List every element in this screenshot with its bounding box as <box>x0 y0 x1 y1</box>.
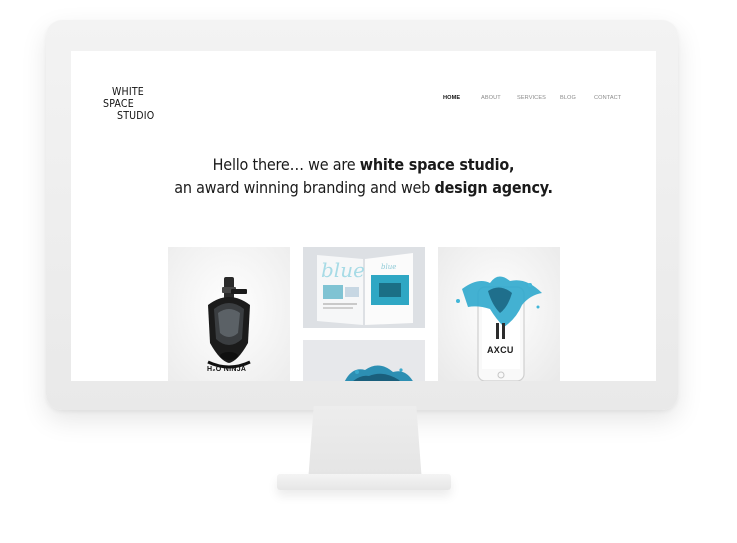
nav-blog[interactable]: BLOG <box>560 95 576 101</box>
hero-line-2: an award winning branding and web design… <box>174 178 553 197</box>
portfolio-item-splash[interactable] <box>303 340 425 381</box>
logo-line-3: STUDIO <box>117 110 155 122</box>
nav-about[interactable]: ABOUT <box>481 95 501 101</box>
phone-app-image <box>456 276 542 381</box>
magazine-spread-image: blue blue <box>303 247 425 328</box>
snorkel-mask-image <box>207 277 251 369</box>
hero-agency-phrase: design agency. <box>434 178 553 197</box>
monitor-stand-base <box>277 474 451 490</box>
logo-line-1: WHITE <box>112 86 144 98</box>
portfolio-item-axcu[interactable]: AXCU <box>438 247 560 381</box>
nav-home[interactable]: HOME <box>443 95 460 101</box>
svg-text:blue: blue <box>381 263 396 271</box>
hero-headline: Hello there… we are white space studio, … <box>71 153 656 199</box>
h2o-ninja-logo-text: H₂O NINJA <box>207 366 247 373</box>
splash-image <box>303 340 425 381</box>
nav-services[interactable]: SERVICES <box>517 95 546 101</box>
site-logo[interactable]: WHITE SPACE STUDIO <box>103 86 154 122</box>
portfolio-item-magazine[interactable]: blue blue <box>303 247 425 328</box>
hero-line-1: Hello there… we are white space studio, <box>212 155 515 174</box>
logo-line-2: SPACE <box>103 98 134 110</box>
portfolio-item-h2o-ninja[interactable]: H₂O NINJA <box>168 247 290 381</box>
axcu-logo-text: AXCU <box>487 345 514 355</box>
svg-text:blue: blue <box>321 258 365 282</box>
hero-studio-name: white space studio, <box>359 155 515 174</box>
monitor-stand-neck <box>308 406 422 482</box>
website-screen: WHITE SPACE STUDIO HOME ABOUT SERVICES B… <box>71 51 656 381</box>
nav-contact[interactable]: CONTACT <box>594 95 621 101</box>
